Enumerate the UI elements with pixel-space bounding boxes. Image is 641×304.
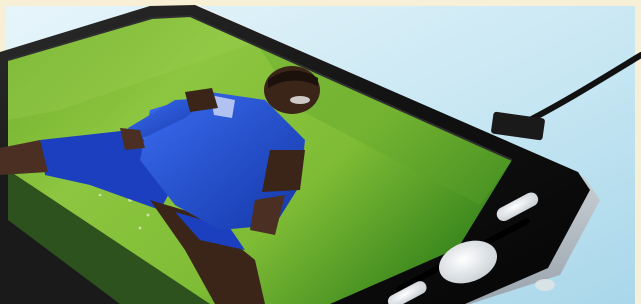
- phone-photo: [0, 0, 641, 304]
- side-highlight: [535, 279, 555, 291]
- photo-scene: [0, 0, 641, 304]
